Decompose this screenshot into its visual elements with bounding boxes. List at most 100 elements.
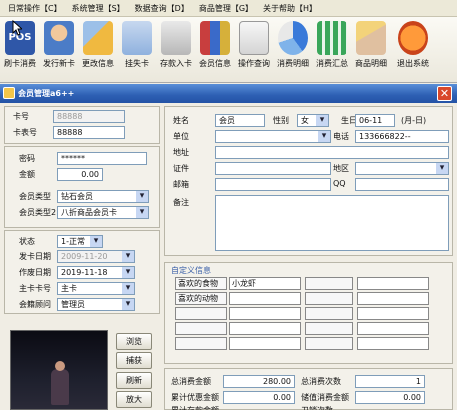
phone-label: 电话: [333, 132, 349, 141]
custom-value-field[interactable]: [229, 322, 301, 335]
product-detail-icon: [356, 21, 386, 55]
consultant-label: 会籍顾问: [19, 300, 51, 309]
custom-value-field[interactable]: [229, 337, 301, 350]
issue-date-label: 发卡日期: [19, 252, 51, 261]
address-label: 地址: [173, 148, 189, 157]
postal-field[interactable]: [215, 178, 331, 191]
birthday-hint: (月-日): [401, 116, 427, 125]
custom-key-field[interactable]: [305, 322, 353, 335]
member-type-label: 会员类型: [19, 192, 51, 201]
main-card-select[interactable]: 主卡: [57, 282, 135, 295]
issue-date-field[interactable]: 2009-11-20: [57, 250, 135, 263]
custom-key-field[interactable]: 喜欢的动物: [175, 292, 227, 305]
gender-select[interactable]: 女: [297, 114, 329, 127]
postal-label: 邮箱: [173, 180, 189, 189]
operation-query-icon: [239, 21, 269, 55]
card-face-field[interactable]: 88888: [53, 126, 125, 139]
custom-value-field[interactable]: [357, 322, 429, 335]
gender-label: 性别: [273, 116, 289, 125]
discount-total-field[interactable]: 0.00: [223, 391, 295, 404]
cancel-count-label: 卫销次数: [301, 405, 333, 410]
password-field[interactable]: ******: [57, 152, 147, 165]
menu-bar: 日常操作【C】 系统管理【S】 数据查询【D】 商品管理【G】 关于帮助【H】: [0, 0, 457, 17]
toolbar-button-edit[interactable]: 更改信息: [79, 19, 117, 81]
custom-value-field[interactable]: [357, 292, 429, 305]
custom-key-field[interactable]: [175, 337, 227, 350]
main-card-label: 主卡卡号: [19, 284, 51, 293]
lost-card-icon: [122, 21, 152, 55]
toolbar-button-summary[interactable]: 消费汇总: [313, 19, 351, 81]
address-field[interactable]: [215, 146, 449, 159]
close-button[interactable]: ✕: [437, 86, 452, 101]
valid-date-field[interactable]: 2019-11-18: [57, 266, 135, 279]
menu-goods[interactable]: 商品管理【G】: [194, 3, 258, 14]
qq-field[interactable]: [355, 178, 449, 191]
toolbar-button-exit[interactable]: 退出系统: [391, 19, 435, 81]
custom-value-field[interactable]: [229, 307, 301, 320]
unit-select[interactable]: [215, 130, 331, 143]
custom-value-field[interactable]: [357, 307, 429, 320]
phone-field[interactable]: 133666822--: [355, 130, 449, 143]
unit-label: 单位: [173, 132, 189, 141]
note-label: 备注: [173, 198, 189, 207]
custom-key-field[interactable]: [305, 277, 353, 290]
password-label: 密码: [19, 154, 35, 163]
custom-value-field[interactable]: [357, 277, 429, 290]
menu-query[interactable]: 数据查询【D】: [130, 3, 194, 14]
discount-total-label: 累计优惠金额: [171, 393, 219, 402]
consultant-select[interactable]: 管理员: [57, 298, 135, 311]
custom-key-field[interactable]: [305, 337, 353, 350]
member-type-select[interactable]: 钻石会员: [57, 190, 149, 203]
balance-field[interactable]: 0.00: [57, 168, 103, 181]
region-label: 地区: [333, 164, 349, 173]
toolbar-button-goods[interactable]: 商品明细: [352, 19, 390, 81]
id-field[interactable]: [215, 162, 331, 175]
toolbar-button-ops[interactable]: 操作查询: [235, 19, 273, 81]
deposit-icon: [161, 21, 191, 55]
stored-consume-label: 储值消费金额: [301, 393, 349, 402]
region-select[interactable]: [355, 162, 449, 175]
consume-summary-icon: [317, 21, 347, 55]
status-select[interactable]: 1-正常: [57, 235, 103, 248]
custom-key-field[interactable]: [305, 307, 353, 320]
card-no-field[interactable]: 88888: [53, 110, 125, 123]
toolbar-button-issue[interactable]: 发行新卡: [40, 19, 78, 81]
consume-count-field[interactable]: 1: [355, 375, 425, 388]
toolbar-button-member[interactable]: 会员信息: [196, 19, 234, 81]
stored-consume-field[interactable]: 0.00: [355, 391, 425, 404]
birthday-field[interactable]: 06-11: [355, 114, 395, 127]
toolbar-button-deposit[interactable]: 存款入卡: [157, 19, 195, 81]
mouse-cursor-icon: [12, 20, 22, 36]
name-field[interactable]: 会员: [215, 114, 265, 127]
custom-key-field[interactable]: [175, 322, 227, 335]
card-no-label: 卡号: [13, 112, 29, 121]
enlarge-button[interactable]: 放大: [116, 391, 152, 408]
custom-value-field[interactable]: [229, 292, 301, 305]
status-label: 状态: [19, 237, 35, 246]
custom-key-field[interactable]: 喜欢的食物: [175, 277, 227, 290]
custom-key-field[interactable]: [175, 307, 227, 320]
custom-info-title: 自定义信息: [171, 266, 211, 275]
custom-value-field[interactable]: 小龙虾: [229, 277, 301, 290]
menu-daily[interactable]: 日常操作【C】: [3, 3, 67, 14]
custom-value-field[interactable]: [357, 337, 429, 350]
person-head: [55, 361, 65, 371]
member-type2-select[interactable]: 八折商品会员卡: [57, 206, 149, 219]
total-consume-field[interactable]: 280.00: [223, 375, 295, 388]
browse-button[interactable]: 浏览: [116, 333, 152, 350]
consume-count-label: 总消费次数: [301, 377, 341, 386]
deposit-total-label: 累计存款金额: [171, 405, 219, 410]
toolbar-button-detail[interactable]: 消费明细: [274, 19, 312, 81]
refresh-button[interactable]: 刷新: [116, 372, 152, 389]
menu-system[interactable]: 系统管理【S】: [67, 3, 130, 14]
capture-button[interactable]: 捕获: [116, 352, 152, 369]
qq-label: QQ: [333, 179, 346, 188]
toolbar-button-lost[interactable]: 挂失卡: [118, 19, 156, 81]
window-title: 会员管理a6++: [18, 89, 75, 98]
summary-panel: 总消费金额 280.00 总消费次数 1 累计优惠金额 0.00 储值消费金额 …: [164, 368, 453, 410]
person-panel: 姓名 会员 性别 女 生日 06-11 (月-日) 单位 电话 13366682…: [164, 106, 453, 256]
note-textarea[interactable]: [215, 195, 449, 251]
custom-key-field[interactable]: [305, 292, 353, 305]
member-info-icon: [200, 21, 230, 55]
menu-help[interactable]: 关于帮助【H】: [258, 3, 322, 14]
